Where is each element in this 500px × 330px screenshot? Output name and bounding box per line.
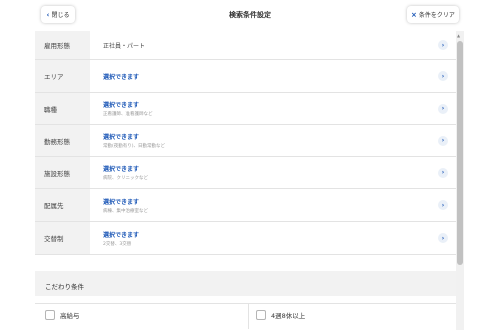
scrollbar-thumb[interactable] <box>457 41 463 265</box>
checkbox-icon <box>45 310 55 320</box>
condition-hint: 病棟、集中治療室など <box>103 208 148 214</box>
condition-row-employment[interactable]: 雇用形態 正社員・パート › <box>35 31 456 60</box>
condition-row-area[interactable]: エリア 選択できます › <box>35 60 456 93</box>
condition-value: 正社員・パート <box>103 42 146 50</box>
condition-value: 選択できます <box>103 134 140 141</box>
condition-value: 選択できます <box>103 198 140 206</box>
close-icon: × <box>411 10 417 19</box>
condition-value: 選択できます <box>103 166 140 173</box>
condition-label: 交替制 <box>35 222 90 254</box>
checkbox-label: 高給与 <box>60 312 80 320</box>
condition-hint: 正看護師、准看護師など <box>103 112 153 117</box>
condition-label: 勤務形態 <box>35 125 90 156</box>
condition-hint: 常勤(夜勤有り)、日勤常勤など <box>103 144 166 149</box>
divider <box>248 304 249 329</box>
condition-label: エリア <box>35 60 90 92</box>
checkbox-high-salary[interactable]: 高給与 <box>45 310 80 320</box>
scrollbar[interactable]: ▲ <box>456 31 464 330</box>
checkbox-icon <box>256 310 266 320</box>
checkbox-label: 4週8休以上 <box>271 312 306 320</box>
scroll-up-icon[interactable]: ▲ <box>457 33 460 38</box>
condition-value: 選択できます <box>103 73 140 81</box>
header-bar: ‹ 閉じる 検索条件設定 × 条件をクリア <box>0 0 500 31</box>
condition-hint: 病院、クリニックなど <box>103 176 148 181</box>
condition-row-department[interactable]: 配属先 選択できます 病棟、集中治療室など › <box>35 189 456 222</box>
condition-value: 選択できます <box>103 231 140 239</box>
conditions-list: 雇用形態 正社員・パート › エリア 選択できます › 職種 選択できます 正看… <box>35 31 456 330</box>
chevron-right-icon: › <box>438 200 448 210</box>
clear-conditions-button[interactable]: × 条件をクリア <box>407 6 459 23</box>
condition-row-facility[interactable]: 施設形態 選択できます 病院、クリニックなど › <box>35 157 456 189</box>
condition-label: 配属先 <box>35 189 90 221</box>
condition-label: 職種 <box>35 93 90 124</box>
kodawari-options-row: 高給与 4週8休以上 <box>35 303 456 330</box>
chevron-right-icon: › <box>438 233 448 243</box>
condition-label: 雇用形態 <box>35 31 90 59</box>
chevron-right-icon: › <box>438 40 448 50</box>
condition-row-shift[interactable]: 交替制 選択できます 2交替、3交替 › <box>35 222 456 255</box>
chevron-right-icon: › <box>438 167 448 178</box>
kodawari-section-title: こだわり条件 <box>35 271 456 296</box>
clear-conditions-label: 条件をクリア <box>418 12 455 19</box>
checkbox-8-holidays[interactable]: 4週8休以上 <box>256 310 305 320</box>
chevron-right-icon: › <box>438 135 448 146</box>
condition-hint: 2交替、3交替 <box>103 241 132 247</box>
condition-row-job-type[interactable]: 職種 選択できます 正看護師、准看護師など › <box>35 93 456 125</box>
chevron-right-icon: › <box>438 103 448 114</box>
condition-value: 選択できます <box>103 102 140 109</box>
condition-label: 施設形態 <box>35 157 90 188</box>
condition-row-work-style[interactable]: 勤務形態 選択できます 常勤(夜勤有り)、日勤常勤など › <box>35 125 456 157</box>
chevron-right-icon: › <box>438 71 448 81</box>
